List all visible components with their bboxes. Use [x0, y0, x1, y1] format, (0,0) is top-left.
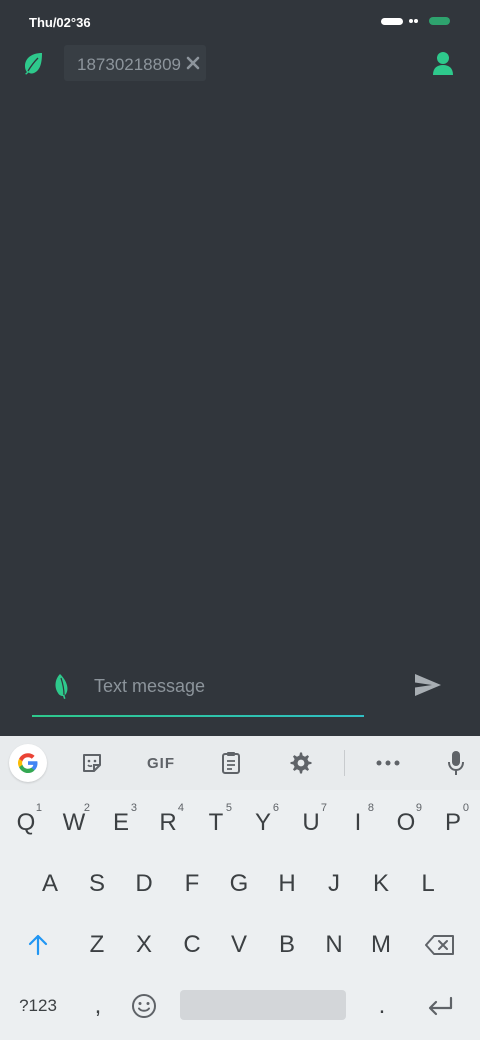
key-q[interactable]: Q 1 [4, 797, 48, 849]
input-underline [32, 715, 364, 717]
key-m[interactable]: M [359, 919, 403, 971]
key-e[interactable]: E 3 [99, 797, 143, 849]
key-v[interactable]: V [217, 919, 261, 971]
key-l[interactable]: L [406, 858, 450, 910]
key-r[interactable]: R 4 [146, 797, 190, 849]
key-w[interactable]: W 2 [52, 797, 96, 849]
signal-icon [381, 18, 403, 25]
keyboard-toolbar: GIF [0, 736, 480, 790]
key-p[interactable]: P 0 [431, 797, 475, 849]
more-icon[interactable] [368, 744, 408, 782]
comma-key[interactable]: , [76, 980, 120, 1032]
key-j[interactable]: J [312, 858, 356, 910]
enter-key[interactable] [419, 980, 463, 1032]
google-icon[interactable] [9, 744, 47, 782]
battery-icon [429, 17, 450, 25]
gif-label: GIF [147, 754, 175, 772]
gif-icon[interactable]: GIF [141, 744, 181, 782]
enter-icon [428, 996, 453, 1016]
key-n[interactable]: N [312, 919, 356, 971]
key-k[interactable]: K [359, 858, 403, 910]
key-b[interactable]: B [265, 919, 309, 971]
key-x[interactable]: X [122, 919, 166, 971]
backspace-icon [425, 935, 454, 955]
send-button[interactable] [414, 672, 442, 698]
person-icon [433, 52, 453, 75]
status-time: Thu/02°36 [29, 15, 91, 30]
gear-icon[interactable] [281, 744, 321, 782]
key-c[interactable]: C [170, 919, 214, 971]
mic-icon[interactable] [436, 744, 476, 782]
key-u[interactable]: U 7 [289, 797, 333, 849]
key-g[interactable]: G [217, 858, 261, 910]
emoji-key[interactable] [122, 980, 166, 1032]
key-a[interactable]: A [28, 858, 72, 910]
key-f[interactable]: F [170, 858, 214, 910]
key-d[interactable]: D [122, 858, 166, 910]
space-key[interactable] [180, 990, 346, 1020]
app-bar: 18730218809 [0, 42, 480, 84]
status-bar: Thu/02°36 [0, 0, 480, 42]
key-t[interactable]: T 5 [194, 797, 238, 849]
period-key[interactable]: . [360, 980, 404, 1032]
backspace-key[interactable] [418, 919, 462, 971]
send-icon [415, 674, 441, 696]
contact-button[interactable] [430, 50, 456, 76]
recipient-number: 18730218809 [77, 55, 182, 74]
key-s[interactable]: S [75, 858, 119, 910]
recipient-chip[interactable]: 18730218809 [64, 45, 206, 81]
wifi-icon [409, 17, 419, 25]
leaf-icon[interactable] [52, 672, 74, 700]
message-input[interactable] [94, 672, 364, 700]
symbols-key[interactable]: ?123 [14, 980, 62, 1032]
key-h[interactable]: H [265, 858, 309, 910]
emoji-icon [132, 994, 156, 1018]
toolbar-divider [344, 750, 345, 776]
shift-key[interactable] [16, 919, 60, 971]
sticker-icon[interactable] [72, 744, 112, 782]
leaf-icon[interactable] [22, 51, 44, 75]
compose-bar [0, 655, 480, 735]
clipboard-icon[interactable] [211, 744, 251, 782]
keyboard: GIF Q 1 W 2 E 3 R 4 T 5 Y 6 U 7 I 8 O 9 … [0, 736, 480, 1040]
shift-arrow-icon [28, 934, 48, 956]
key-i[interactable]: I 8 [336, 797, 380, 849]
close-icon[interactable] [186, 56, 200, 70]
key-o[interactable]: O 9 [384, 797, 428, 849]
key-y[interactable]: Y 6 [241, 797, 285, 849]
key-z[interactable]: Z [75, 919, 119, 971]
